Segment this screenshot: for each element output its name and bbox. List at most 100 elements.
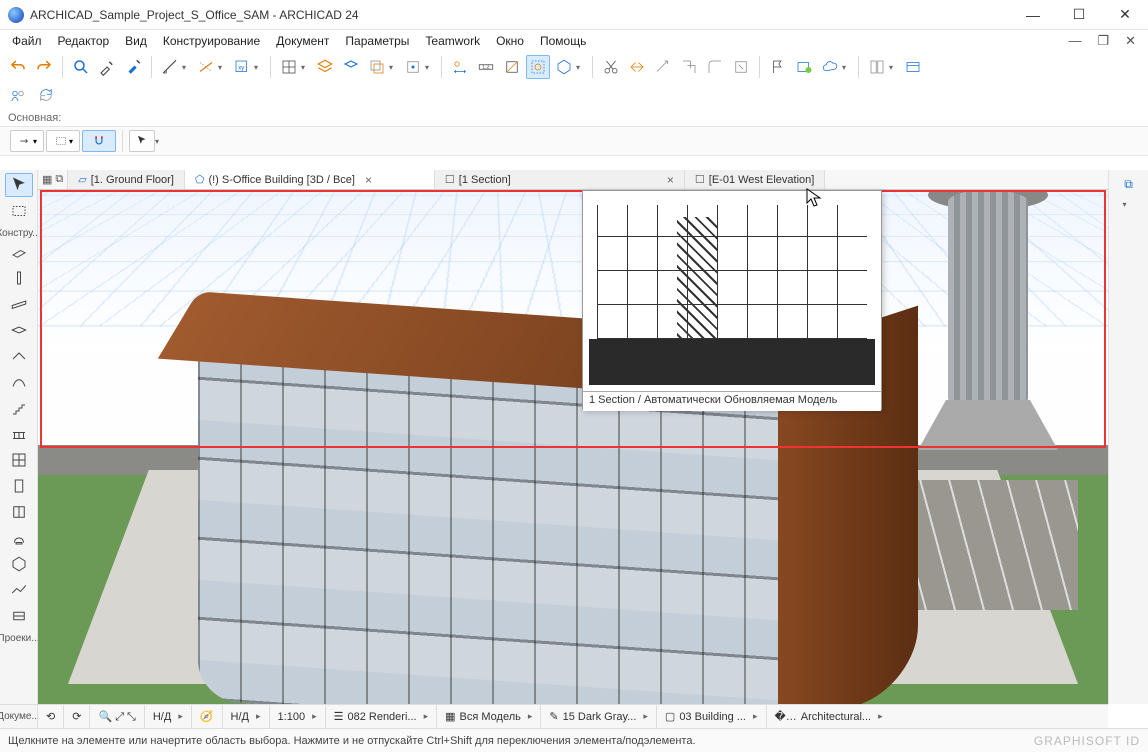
beam-tool[interactable] bbox=[5, 292, 33, 316]
toolbox: Констру... Проеки... bbox=[0, 170, 38, 704]
qo-viewmap[interactable]: ▢ 03 Building ...▸ bbox=[657, 705, 767, 728]
qo-model[interactable]: ▦ Вся Модель▸ bbox=[437, 705, 541, 728]
qo-zoom-group[interactable]: 🔍 ⤢ ⤡ bbox=[90, 705, 144, 728]
cursor-arrow-button[interactable] bbox=[129, 130, 155, 152]
layers-icon[interactable] bbox=[313, 55, 337, 79]
qo-na2[interactable]: Н/Д▸ bbox=[223, 705, 270, 728]
pick-icon[interactable] bbox=[69, 55, 93, 79]
slab-tool[interactable] bbox=[5, 318, 33, 342]
door-tool[interactable] bbox=[5, 474, 33, 498]
trace-icon[interactable] bbox=[365, 55, 389, 79]
3d-viewport[interactable] bbox=[38, 190, 1108, 704]
navigator-toggle-icon[interactable]: ⧉ bbox=[1116, 174, 1142, 194]
selmode-marquee[interactable]: ▾ bbox=[46, 130, 80, 152]
qo-layers[interactable]: ☰ 082 Renderi...▸ bbox=[326, 705, 438, 728]
stair-tool[interactable] bbox=[5, 396, 33, 420]
intersect-icon[interactable] bbox=[677, 55, 701, 79]
mdi-close-icon[interactable]: ✕ bbox=[1119, 31, 1142, 51]
resize-icon[interactable] bbox=[729, 55, 753, 79]
qo-na1[interactable]: Н/Д▸ bbox=[145, 705, 192, 728]
eyedropper-icon[interactable] bbox=[95, 55, 119, 79]
tab-elevation[interactable]: ☐ [E-01 West Elevation] bbox=[685, 170, 825, 189]
bounding-icon[interactable] bbox=[526, 55, 550, 79]
menu-window[interactable]: Окно bbox=[490, 32, 530, 50]
close-button[interactable]: ✕ bbox=[1102, 0, 1148, 30]
qo-dim[interactable]: �… Architectural...▸ bbox=[767, 705, 891, 728]
qo-penset[interactable]: ✎ 15 Dark Gray...▸ bbox=[541, 705, 657, 728]
plane-icon[interactable] bbox=[339, 55, 363, 79]
morph-tool[interactable] bbox=[5, 552, 33, 576]
tab-grid-icon[interactable]: ▦ bbox=[42, 173, 52, 186]
menu-document[interactable]: Документ bbox=[270, 32, 335, 50]
mdi-minimize-icon[interactable]: — bbox=[1062, 31, 1087, 51]
zone-tool[interactable] bbox=[5, 604, 33, 628]
selmode-arrow[interactable]: ▾ bbox=[10, 130, 44, 152]
element-snap-icon[interactable] bbox=[500, 55, 524, 79]
menu-teamwork[interactable]: Teamwork bbox=[419, 32, 486, 50]
suspend-icon[interactable] bbox=[552, 55, 576, 79]
mesh-tool[interactable] bbox=[5, 578, 33, 602]
tab-3d-view[interactable]: ⬠ (!) S-Office Building [3D / Все] × bbox=[185, 170, 435, 189]
tab-close-icon[interactable]: × bbox=[667, 173, 674, 187]
undo-icon[interactable] bbox=[6, 55, 30, 79]
qo-scale[interactable]: 1:100▸ bbox=[270, 705, 326, 728]
menu-options[interactable]: Параметры bbox=[339, 32, 415, 50]
tab-label: (!) S-Office Building [3D / Все] bbox=[208, 174, 355, 186]
attributes-icon[interactable] bbox=[865, 55, 889, 79]
wall-tool[interactable] bbox=[5, 240, 33, 264]
redo-icon[interactable] bbox=[32, 55, 56, 79]
inject-icon[interactable] bbox=[121, 55, 145, 79]
window-title: ARCHICAD_Sample_Project_S_Office_SAM - A… bbox=[30, 8, 1010, 22]
minimize-button[interactable]: — bbox=[1010, 0, 1056, 30]
tab-label: [E-01 West Elevation] bbox=[709, 174, 815, 186]
shell-tool[interactable] bbox=[5, 370, 33, 394]
fillet-icon[interactable] bbox=[703, 55, 727, 79]
toolbox-group-construction: Констру... bbox=[0, 228, 41, 239]
cut-icon[interactable] bbox=[599, 55, 623, 79]
tab-close-icon[interactable]: × bbox=[365, 173, 372, 187]
cube-icon: ⬠ bbox=[195, 173, 205, 186]
menu-file[interactable]: Файл bbox=[6, 32, 48, 50]
measure2-icon[interactable]: 1.2 bbox=[474, 55, 498, 79]
gravity-icon[interactable] bbox=[401, 55, 425, 79]
qo-history-fwd[interactable]: ⟳ bbox=[64, 705, 90, 728]
menu-help[interactable]: Помощь bbox=[534, 32, 592, 50]
menu-view[interactable]: Вид bbox=[119, 32, 153, 50]
selmode-magnet[interactable] bbox=[82, 130, 116, 152]
snap-xy-icon[interactable]: xy bbox=[230, 55, 254, 79]
menu-edit[interactable]: Редактор bbox=[52, 32, 116, 50]
roof-tool[interactable] bbox=[5, 344, 33, 368]
guides-icon[interactable] bbox=[194, 55, 218, 79]
right-panel-strip: ⧉ ▾ bbox=[1108, 170, 1148, 704]
tab-preview-popup: 1 Section / Автоматически Обновляемая Мо… bbox=[582, 190, 882, 410]
status-hint: Щелкните на элементе или начертите облас… bbox=[8, 735, 696, 747]
teamwork-status-icon[interactable] bbox=[6, 83, 30, 107]
teamwork-sync-icon[interactable] bbox=[34, 83, 58, 107]
grid-snap-icon[interactable] bbox=[277, 55, 301, 79]
menu-design[interactable]: Конструирование bbox=[157, 32, 266, 50]
dimension-icon[interactable] bbox=[448, 55, 472, 79]
curtain-wall-tool[interactable] bbox=[5, 448, 33, 472]
cloud-icon[interactable] bbox=[818, 55, 842, 79]
tab-ground-floor[interactable]: ▱ [1. Ground Floor] bbox=[68, 170, 185, 189]
column-tool[interactable] bbox=[5, 266, 33, 290]
flag-icon[interactable] bbox=[766, 55, 790, 79]
tab-tree-icon[interactable]: ⧉ bbox=[55, 173, 63, 186]
qo-orbit[interactable]: 🧭 bbox=[192, 705, 223, 728]
qo-history-back[interactable]: ⟲ bbox=[38, 705, 64, 728]
split-icon[interactable] bbox=[625, 55, 649, 79]
mdi-restore-icon[interactable]: ❐ bbox=[1091, 31, 1115, 51]
railing-tool[interactable] bbox=[5, 422, 33, 446]
work-env-icon[interactable] bbox=[901, 55, 925, 79]
ruler-icon[interactable] bbox=[158, 55, 182, 79]
maximize-button[interactable]: ☐ bbox=[1056, 0, 1102, 30]
window-tool[interactable] bbox=[5, 500, 33, 524]
tab-section[interactable]: ☐ [1 Section] × bbox=[435, 170, 685, 189]
section-icon: ☐ bbox=[445, 173, 455, 186]
adjust-icon[interactable] bbox=[651, 55, 675, 79]
reserve-icon[interactable] bbox=[792, 55, 816, 79]
marquee-tool[interactable] bbox=[5, 199, 33, 223]
arrow-tool[interactable] bbox=[5, 173, 33, 197]
graphisoft-id[interactable]: GRAPHISOFT ID bbox=[1034, 734, 1140, 748]
object-tool[interactable] bbox=[5, 526, 33, 550]
